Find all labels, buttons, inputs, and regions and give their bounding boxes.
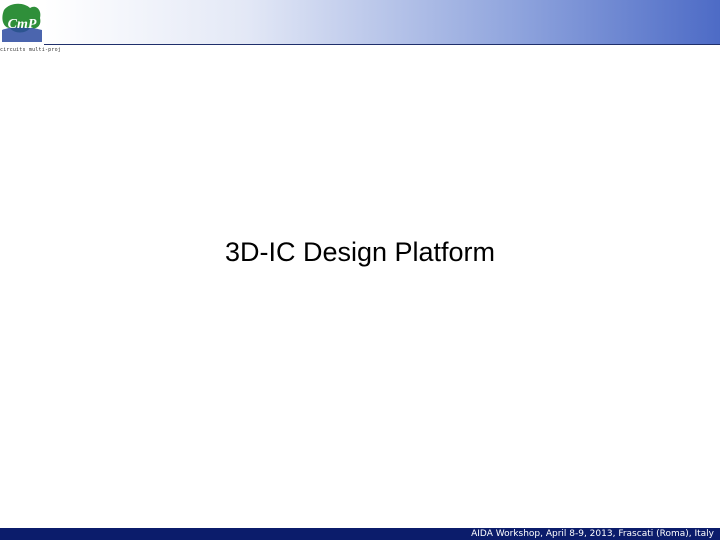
header-bar	[44, 0, 720, 45]
logo-caption: circuits multi-projets	[0, 47, 60, 53]
footer-bar: AIDA Workshop, April 8-9, 2013, Frascati…	[0, 528, 720, 540]
logo: CmP	[0, 0, 44, 44]
slide-title: 3D-IC Design Platform	[224, 237, 496, 267]
logo-text: CmP	[8, 17, 37, 32]
footer-text: AIDA Workshop, April 8-9, 2013, Frascati…	[471, 529, 714, 539]
cmp-logo-icon: CmP	[0, 0, 44, 44]
